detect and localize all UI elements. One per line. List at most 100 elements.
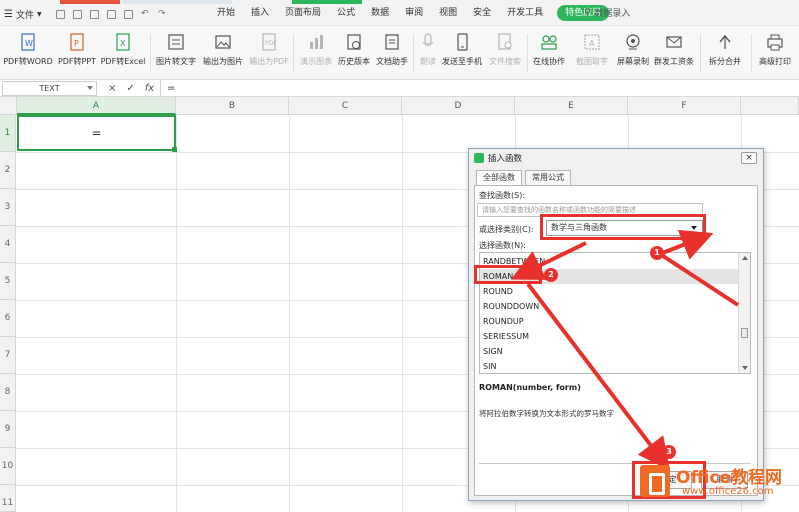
row-header-5[interactable]: 5 [0, 263, 16, 300]
toolbar-separator [413, 34, 414, 72]
function-signature: ROMAN(number, form) [479, 383, 581, 392]
toolbar-separator [751, 34, 752, 72]
column-header-f[interactable]: F [628, 97, 741, 115]
file-search-button[interactable]: 文件搜索 [486, 30, 524, 76]
column-header-g[interactable] [741, 97, 799, 115]
pdf-to-excel-button[interactable]: X PDF转Excel [101, 30, 145, 76]
menu-home[interactable]: 开始 [209, 0, 243, 26]
doc-assistant-icon [382, 32, 402, 52]
read-aloud-button[interactable]: 朗读 [416, 30, 440, 76]
close-icon[interactable]: × [741, 152, 757, 164]
office-logo-icon [640, 465, 670, 497]
print-preview-icon[interactable] [107, 10, 116, 19]
menu-developer[interactable]: 开发工具 [499, 0, 551, 26]
new-file-icon[interactable] [56, 10, 65, 19]
tab-common-formulas[interactable]: 常用公式 [525, 170, 571, 185]
function-item-round[interactable]: ROUND [480, 284, 738, 299]
svg-text:X: X [120, 39, 126, 48]
payroll-button[interactable]: 群发工资条 [652, 30, 696, 76]
redo-icon[interactable]: ↷ [158, 10, 167, 19]
pdf-to-ppt-button[interactable]: P PDF转PPT [57, 30, 97, 76]
image-to-text-button[interactable]: 图片转文字 [155, 30, 197, 76]
scroll-thumb[interactable] [741, 328, 748, 338]
menu-data[interactable]: 数据 [363, 0, 397, 26]
name-box[interactable]: TEXT [2, 81, 97, 96]
pdf-to-ppt-icon: P [67, 32, 87, 52]
toolbar-separator [700, 34, 701, 72]
pdf-to-word-button[interactable]: W PDF转WORD [2, 30, 54, 76]
screenshot-text-button[interactable]: A 截图取字 [571, 30, 613, 76]
column-header-a[interactable]: A [17, 97, 176, 115]
send-to-phone-label: 发送至手机 [442, 57, 482, 66]
history-button[interactable]: 历史版本 [336, 30, 372, 76]
cell-a1[interactable]: = [17, 115, 177, 152]
function-list-scrollbar[interactable] [738, 253, 750, 373]
scroll-up-icon[interactable] [742, 256, 748, 260]
row-header-10[interactable]: 10 [0, 448, 16, 485]
save-icon[interactable] [90, 10, 99, 19]
undo-icon[interactable]: ↶ [141, 10, 150, 19]
site-watermark: Office教程网 www.office26.com [636, 459, 796, 507]
highlight-roman-item [474, 265, 542, 284]
column-header-b[interactable]: B [176, 97, 289, 115]
name-box-value: TEXT [39, 84, 60, 93]
row-header-3[interactable]: 3 [0, 189, 16, 226]
chevron-down-icon[interactable] [87, 86, 93, 90]
menu-view[interactable]: 视图 [431, 0, 465, 26]
column-header-c[interactable]: C [289, 97, 402, 115]
quick-access-icons: ↶ ↷ [56, 10, 167, 19]
function-item-seriessum[interactable]: SERIESSUM [480, 329, 738, 344]
row-header-8[interactable]: 8 [0, 374, 16, 411]
demo-chart-button[interactable]: 演示图表 [297, 30, 335, 76]
formula-input[interactable]: = [160, 80, 799, 97]
scroll-down-icon[interactable] [742, 366, 748, 370]
confirm-formula-icon[interactable]: ✓ [126, 83, 134, 94]
menu-security[interactable]: 安全 [465, 0, 499, 26]
column-header-d[interactable]: D [402, 97, 515, 115]
advanced-print-label: 高级打印 [759, 57, 791, 66]
function-item-rounddown[interactable]: ROUNDDOWN [480, 299, 738, 314]
function-item-sign[interactable]: SIGN [480, 344, 738, 359]
advanced-print-button[interactable]: 高级打印 [754, 30, 796, 76]
image-to-text-label: 图片转文字 [156, 57, 196, 66]
function-item-roundup[interactable]: ROUNDUP [480, 314, 738, 329]
row-header-4[interactable]: 4 [0, 226, 16, 263]
column-header-e[interactable]: E [515, 97, 628, 115]
search-label: 查找函数(S): [479, 191, 526, 200]
menu-review[interactable]: 审阅 [397, 0, 431, 26]
screen-record-button[interactable]: 屏幕录制 [615, 30, 651, 76]
row-header-2[interactable]: 2 [0, 152, 16, 189]
menu-search[interactable]: ⚲ 数据录入 [584, 6, 630, 19]
tab-all-functions[interactable]: 全部函数 [476, 170, 522, 186]
export-pdf-button[interactable]: PDF 输出为PDF [248, 30, 290, 76]
dialog-title-bar[interactable]: 插入函数 [469, 149, 763, 167]
read-aloud-icon [418, 32, 438, 52]
send-to-phone-button[interactable]: 发送至手机 [440, 30, 484, 76]
menu-insert[interactable]: 插入 [243, 0, 277, 26]
split-merge-button[interactable]: 拆分合并 [703, 30, 747, 76]
watermark-url: www.office26.com [682, 486, 774, 497]
open-file-icon[interactable] [73, 10, 82, 19]
row-header-11[interactable]: 11 [0, 485, 16, 512]
doc-assistant-button[interactable]: 文档助手 [374, 30, 410, 76]
grid-line [176, 115, 177, 512]
select-all-corner[interactable] [0, 97, 17, 115]
export-image-button[interactable]: 输出为图片 [201, 30, 245, 76]
menu-formulas[interactable]: 公式 [329, 0, 363, 26]
payroll-icon [664, 32, 684, 52]
function-item-sin[interactable]: SIN [480, 359, 738, 373]
online-collab-button[interactable]: 在线协作 [531, 30, 567, 76]
cancel-formula-icon[interactable]: × [108, 83, 116, 94]
row-header-6[interactable]: 6 [0, 300, 16, 337]
print-quick-icon[interactable] [124, 10, 133, 19]
fill-handle[interactable] [172, 147, 177, 152]
row-header-1[interactable]: 1 [0, 115, 16, 152]
menu-page-layout[interactable]: 页面布局 [277, 0, 329, 26]
row-header-7[interactable]: 7 [0, 337, 16, 374]
insert-function-icon[interactable]: fx [145, 83, 154, 94]
file-menu[interactable]: ☰ 文件 ▼ [4, 6, 42, 22]
row-header-9[interactable]: 9 [0, 411, 16, 448]
step-badge-3: 3 [662, 445, 676, 459]
cell-a1-value: = [91, 126, 102, 140]
image-to-text-icon [166, 32, 186, 52]
